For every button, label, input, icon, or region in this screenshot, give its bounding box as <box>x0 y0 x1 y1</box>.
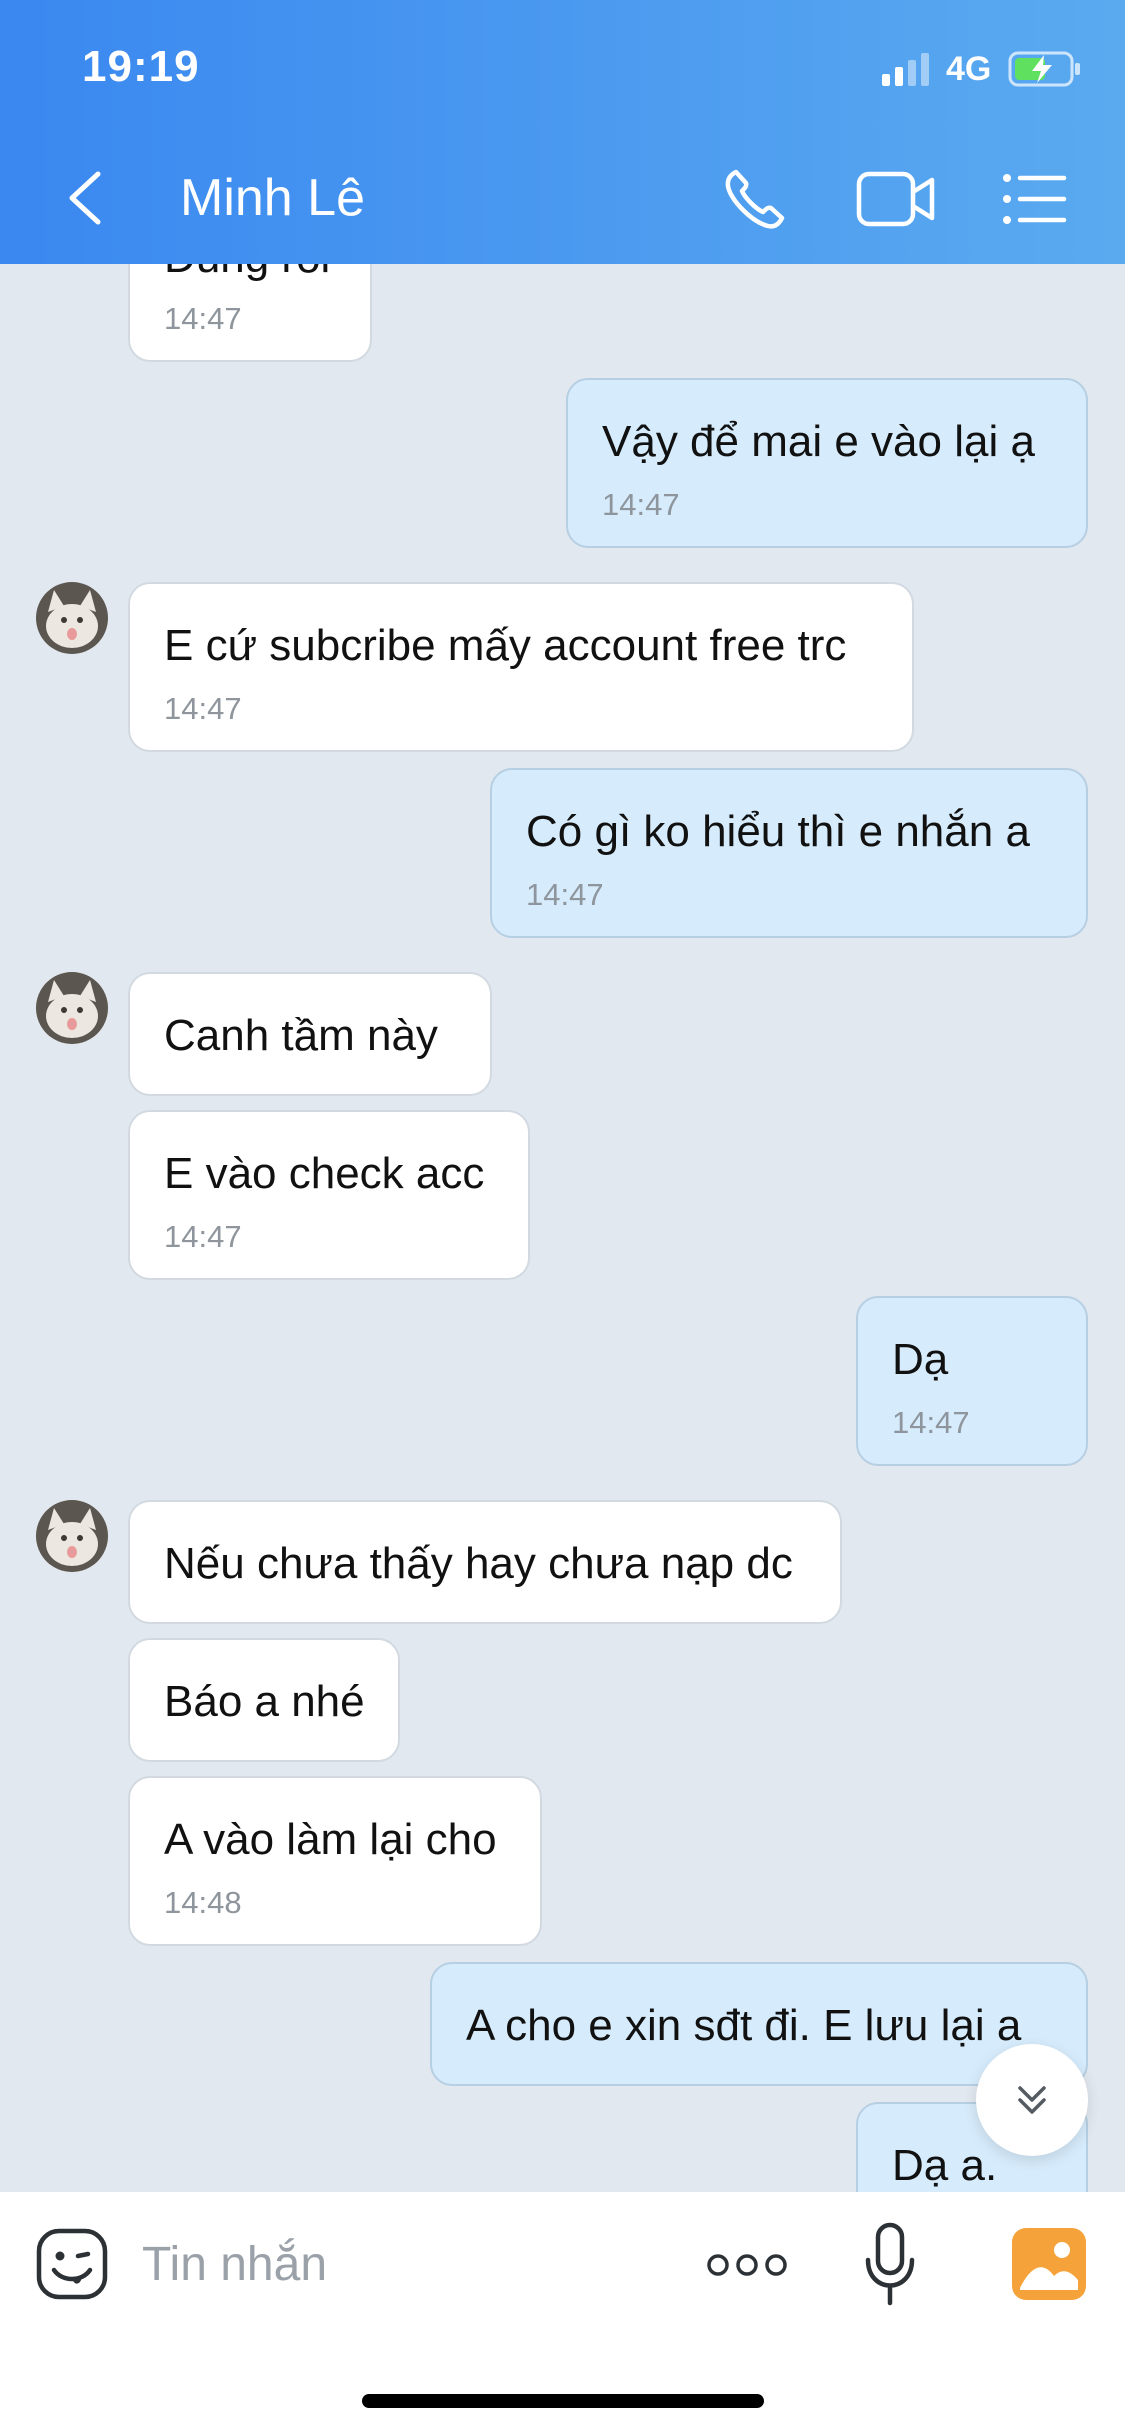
message-bubble-incoming[interactable]: E vào check acc 14:47 <box>128 1110 530 1280</box>
message-bubble-incoming[interactable]: Nếu chưa thấy hay chưa nạp dc <box>128 1500 842 1624</box>
contact-avatar[interactable] <box>36 972 108 1044</box>
message-text: Đúng rồi <box>164 264 330 282</box>
message-time: 14:47 <box>164 301 242 336</box>
message-bubble-incoming[interactable]: Canh tầm này <box>128 972 492 1096</box>
battery-charging-icon <box>1008 51 1080 87</box>
photo-gallery-icon[interactable] <box>1012 2228 1086 2300</box>
phone-icon[interactable] <box>722 166 788 232</box>
more-dots-icon[interactable] <box>706 2250 788 2280</box>
home-indicator <box>362 2394 764 2408</box>
message-input[interactable] <box>142 2232 662 2296</box>
message-text: Canh tầm này <box>164 1011 438 1060</box>
message-time: 14:48 <box>164 1885 242 1920</box>
message-text: Nếu chưa thấy hay chưa nạp dc <box>164 1539 793 1588</box>
network-type: 4G <box>946 50 992 88</box>
message-text: E vào check acc <box>164 1149 485 1198</box>
message-bubble-outgoing[interactable]: Có gì ko hiểu thì e nhắn a 14:47 <box>490 768 1088 938</box>
message-bubble-incoming[interactable]: A vào làm lại cho 14:48 <box>128 1776 542 1946</box>
message-text: A cho e xin sđt đi. E lưu lại a <box>466 2001 1022 2050</box>
message-time: 14:47 <box>892 1405 970 1440</box>
double-chevron-down-icon <box>1018 2086 1046 2114</box>
message-text: Dạ <box>892 1335 949 1384</box>
back-button[interactable] <box>62 168 110 228</box>
message-time: 14:47 <box>526 877 604 912</box>
list-menu-icon[interactable] <box>1002 172 1068 226</box>
contact-avatar[interactable] <box>36 1500 108 1572</box>
message-text: Có gì ko hiểu thì e nhắn a <box>526 807 1030 856</box>
message-text: Vậy để mai e vào lại ạ <box>602 417 1035 466</box>
message-text: Báo a nhé <box>164 1677 365 1726</box>
message-bubble-incoming[interactable]: E cứ subcribe mấy account free trc 14:47 <box>128 582 914 752</box>
chat-header: 19:19 4G Minh Lê <box>0 0 1125 264</box>
message-composer <box>0 2192 1125 2436</box>
message-text: E cứ subcribe mấy account free trc <box>164 621 847 670</box>
message-bubble-incoming[interactable]: Đúng rồi 14:47 <box>128 264 372 362</box>
sticker-face-icon[interactable] <box>36 2228 108 2300</box>
microphone-icon[interactable] <box>864 2222 916 2306</box>
message-text: A vào làm lại cho <box>164 1815 497 1864</box>
message-list[interactable]: Đúng rồi 14:47 Vậy để mai e vào lại ạ 14… <box>0 264 1125 2192</box>
scroll-to-bottom-button[interactable] <box>976 2044 1088 2156</box>
message-time: 14:47 <box>164 691 242 726</box>
video-camera-icon[interactable] <box>856 168 936 230</box>
message-bubble-incoming[interactable]: Báo a nhé <box>128 1638 400 1762</box>
message-time: 14:47 <box>602 487 680 522</box>
message-time: 14:47 <box>164 1219 242 1254</box>
contact-name[interactable]: Minh Lê <box>180 168 365 228</box>
status-time: 19:19 <box>82 42 200 91</box>
message-bubble-outgoing[interactable]: Dạ 14:47 <box>856 1296 1088 1466</box>
signal-strength-icon <box>882 53 929 86</box>
message-bubble-outgoing[interactable]: Vậy để mai e vào lại ạ 14:47 <box>566 378 1088 548</box>
contact-avatar[interactable] <box>36 582 108 654</box>
message-text: Dạ a. <box>892 2141 998 2190</box>
